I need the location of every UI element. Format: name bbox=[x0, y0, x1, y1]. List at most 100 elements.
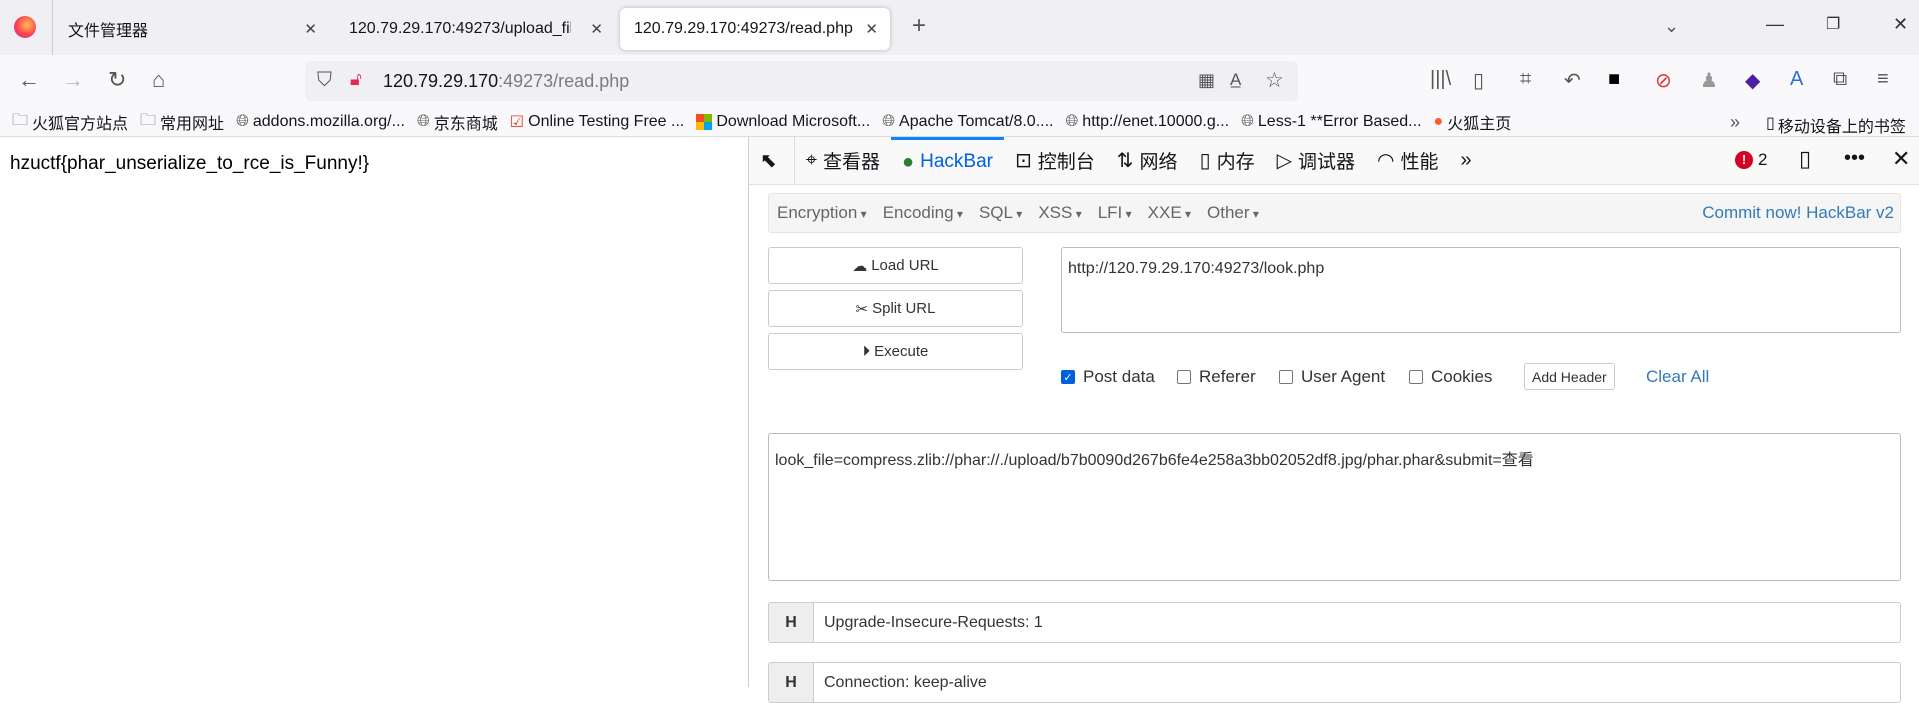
forward-icon[interactable]: → bbox=[62, 67, 84, 93]
bookmark-item[interactable]: 🗀 常用网址 bbox=[140, 109, 224, 136]
post-data-textarea[interactable]: look_file=compress.zlib://phar://./uploa… bbox=[768, 433, 1901, 581]
restore-icon[interactable]: ❐ bbox=[1826, 14, 1840, 34]
extensions-puzzle-icon[interactable]: ⧉ bbox=[1833, 68, 1847, 91]
bookmark-label: addons.mozilla.org/... bbox=[252, 113, 405, 130]
bookmark-item[interactable]: ● 火狐主页 bbox=[1434, 110, 1512, 134]
translate-icon[interactable]: A̲ bbox=[1230, 70, 1241, 90]
bookmark-item[interactable]: ☑ Online Testing Free ... bbox=[510, 112, 685, 132]
more-bookmarks-chevron-icon[interactable]: » bbox=[1730, 112, 1740, 133]
back-icon[interactable]: ← bbox=[18, 67, 40, 93]
error-count[interactable]: ! 2 bbox=[1735, 150, 1767, 170]
new-tab-icon[interactable]: + bbox=[912, 12, 926, 40]
bookmark-item[interactable]: Download Microsoft... bbox=[696, 113, 870, 131]
tab-file-manager[interactable]: 文件管理器 ✕ bbox=[54, 8, 329, 50]
undo-icon[interactable]: ↶ bbox=[1564, 68, 1581, 93]
library-icon[interactable]: |||\ bbox=[1430, 68, 1451, 91]
tab-network[interactable]: ⇅ 网络 bbox=[1106, 137, 1189, 185]
tab-label: 文件管理器 bbox=[68, 23, 149, 40]
tab-label: HackBar bbox=[920, 151, 993, 172]
debugger-icon: ▷ bbox=[1276, 150, 1292, 172]
bookmark-item[interactable]: 🌐︎ Less-1 **Error Based... bbox=[1241, 113, 1421, 131]
menu-lfi[interactable]: LFI bbox=[1098, 203, 1132, 223]
header-row[interactable]: H Connection: keep-alive bbox=[768, 662, 1901, 703]
checkbox-icon bbox=[1177, 370, 1191, 384]
menu-other[interactable]: Other bbox=[1207, 203, 1259, 223]
translate-extension-icon[interactable]: A bbox=[1790, 68, 1803, 91]
bookmark-item[interactable]: 🗀 火狐官方站点 bbox=[12, 109, 128, 136]
add-header-button[interactable]: Add Header bbox=[1524, 363, 1615, 390]
qr-code-icon[interactable]: ▦ bbox=[1198, 70, 1215, 91]
referer-checkbox[interactable]: Referer bbox=[1177, 367, 1256, 387]
mobile-bookmarks[interactable]: ▯ 移动设备上的书签 bbox=[1766, 113, 1906, 137]
menu-xss[interactable]: XSS bbox=[1038, 203, 1081, 223]
tab-read[interactable]: 120.79.29.170:49273/read.php ✕ bbox=[620, 8, 890, 50]
globe-icon: 🌐︎ bbox=[236, 113, 249, 130]
tab-debugger[interactable]: ▷ 调试器 bbox=[1266, 137, 1366, 185]
load-url-button[interactable]: ☁ Load URL bbox=[768, 247, 1023, 284]
user-agent-checkbox[interactable]: User Agent bbox=[1279, 367, 1385, 387]
bookmark-item[interactable]: 🌐︎ Apache Tomcat/8.0.... bbox=[882, 113, 1053, 131]
checkbox-label: User Agent bbox=[1301, 367, 1386, 386]
error-icon: ! bbox=[1735, 151, 1753, 169]
tab-hackbar[interactable]: ● HackBar bbox=[891, 136, 1004, 185]
bookmark-item[interactable]: 🌐︎ http://enet.10000.g... bbox=[1065, 113, 1229, 131]
reload-icon[interactable]: ↻ bbox=[108, 67, 126, 93]
globe-icon: 🌐︎ bbox=[1065, 113, 1079, 130]
more-tabs-icon[interactable]: » bbox=[1449, 137, 1488, 185]
list-tabs-chevron-icon[interactable]: ⌄ bbox=[1664, 16, 1679, 37]
console-icon: ⊡ bbox=[1015, 150, 1032, 172]
header-row[interactable]: H Upgrade-Insecure-Requests: 1 bbox=[768, 602, 1901, 643]
tab-inspector[interactable]: ⌖ 查看器 bbox=[795, 137, 891, 185]
tab-strip: 文件管理器 ✕ 120.79.29.170:49273/upload_file.p… bbox=[0, 0, 1919, 55]
bookmark-label: Online Testing Free ... bbox=[528, 113, 685, 130]
tab-upload[interactable]: 120.79.29.170:49273/upload_file.php ✕ bbox=[335, 8, 615, 50]
checkbox-icon bbox=[1409, 370, 1423, 384]
sidebar-icon[interactable]: ▯ bbox=[1473, 68, 1484, 93]
menu-sql[interactable]: SQL bbox=[979, 203, 1022, 223]
cloud-download-icon: ☁ bbox=[852, 257, 868, 275]
home-icon[interactable]: ⌂ bbox=[152, 67, 165, 93]
cookies-checkbox[interactable]: Cookies bbox=[1409, 367, 1492, 387]
tab-console[interactable]: ⊡ 控制台 bbox=[1004, 137, 1106, 185]
globe-icon: 🌐︎ bbox=[882, 113, 896, 130]
minimize-icon[interactable]: — bbox=[1766, 14, 1784, 35]
bookmark-item[interactable]: 🌐︎ addons.mozilla.org/... bbox=[236, 113, 405, 131]
close-tab-icon[interactable]: ✕ bbox=[304, 20, 317, 38]
menu-encoding[interactable]: Encoding bbox=[883, 203, 963, 223]
post-data-checkbox[interactable]: ✓ Post data bbox=[1061, 367, 1155, 387]
tab-performance[interactable]: ◠ 性能 bbox=[1366, 137, 1449, 185]
close-window-icon[interactable]: ✕ bbox=[1893, 14, 1908, 35]
scissors-icon: ✂ bbox=[855, 300, 869, 318]
tab-memory[interactable]: ▯ 内存 bbox=[1189, 137, 1266, 185]
mobile-device-icon: ▯ bbox=[1766, 115, 1775, 132]
responsive-design-icon[interactable]: ▯ bbox=[1799, 146, 1811, 172]
url-text[interactable]: 120.79.29.170:49273/read.php bbox=[383, 71, 629, 92]
divider bbox=[52, 0, 53, 55]
shield-icon[interactable]: ⛉ bbox=[317, 69, 332, 92]
bookmark-item[interactable]: 🌐︎ 京东商城 bbox=[417, 110, 498, 134]
bookmark-star-icon[interactable]: ☆ bbox=[1265, 68, 1284, 93]
address-bar[interactable]: ⛉ 🔓︎ 120.79.29.170:49273/read.php ▦ A̲ ☆ bbox=[305, 61, 1298, 101]
crop-icon[interactable]: ⌗ bbox=[1520, 68, 1531, 91]
menu-encryption[interactable]: Encryption bbox=[777, 203, 867, 223]
menu-xxe[interactable]: XXE bbox=[1148, 203, 1191, 223]
close-devtools-icon[interactable]: ✕ bbox=[1892, 146, 1910, 172]
clear-all-link[interactable]: Clear All bbox=[1646, 367, 1709, 387]
element-picker-icon[interactable]: ⬉ bbox=[749, 136, 795, 185]
execute-button[interactable]: ⏵ Execute bbox=[768, 333, 1023, 370]
bookmark-label: Less-1 **Error Based... bbox=[1257, 113, 1422, 130]
extension-icon[interactable]: ■ bbox=[1608, 68, 1620, 91]
url-textarea[interactable]: http://120.79.29.170:49273/look.php bbox=[1061, 247, 1901, 333]
split-url-button[interactable]: ✂ Split URL bbox=[768, 290, 1023, 327]
bookmark-label: http://enet.10000.g... bbox=[1082, 113, 1230, 130]
tab-label: 120.79.29.170:49273/upload_file.php bbox=[349, 20, 571, 37]
close-tab-icon[interactable]: ✕ bbox=[865, 20, 878, 38]
layers-extension-icon[interactable]: ◆ bbox=[1745, 68, 1760, 93]
blocker-extension-icon[interactable]: ⊘ bbox=[1655, 68, 1672, 93]
spy-extension-icon[interactable]: ♟ bbox=[1700, 68, 1718, 93]
insecure-lock-icon[interactable]: 🔓︎ bbox=[350, 69, 362, 90]
more-options-icon[interactable]: ••• bbox=[1844, 147, 1865, 170]
menu-icon[interactable]: ≡ bbox=[1877, 68, 1889, 91]
close-tab-icon[interactable]: ✕ bbox=[590, 20, 603, 38]
commit-link[interactable]: Commit now! HackBar v2 bbox=[1702, 203, 1894, 223]
